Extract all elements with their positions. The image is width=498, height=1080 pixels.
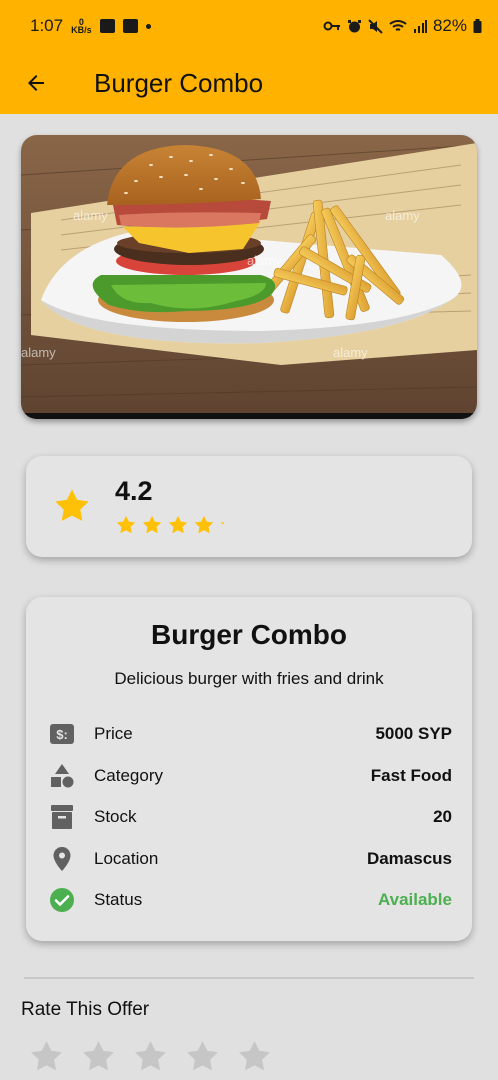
page-title: Burger Combo xyxy=(94,67,264,98)
product-image: alamy alamy alamy alamy alamy xyxy=(21,135,477,419)
product-description: Delicious burger with fries and drink xyxy=(114,669,384,688)
detail-label: Price xyxy=(94,724,133,743)
rating-star-icon xyxy=(194,515,214,534)
detail-label: Status xyxy=(94,890,143,909)
gallery-notification-icon xyxy=(99,19,115,33)
rate-section-title: Rate This Offer xyxy=(21,999,150,1020)
wifi-icon xyxy=(389,20,407,31)
rating-star-icon xyxy=(142,515,162,534)
watermark: alamy xyxy=(247,253,282,268)
burger-combo-photo: alamy alamy alamy alamy alamy xyxy=(21,135,477,419)
network-speed: 0 KB/s xyxy=(71,17,92,35)
detail-value: Damascus xyxy=(366,849,452,868)
rating-star-icon xyxy=(116,515,136,534)
check-circle-icon xyxy=(48,886,76,914)
app-notification-icon xyxy=(122,19,138,33)
detail-label: Category xyxy=(94,766,163,785)
back-button[interactable] xyxy=(16,63,56,103)
divider xyxy=(24,977,474,979)
detail-value: 5000 SYP xyxy=(375,724,452,743)
key-icon xyxy=(323,21,340,31)
more-notifications-icon xyxy=(145,23,151,29)
money-icon: $: xyxy=(48,720,76,748)
rate-star-2-icon[interactable] xyxy=(80,1038,117,1075)
rate-star-3-icon[interactable] xyxy=(132,1038,169,1075)
detail-row-location: Location Damascus xyxy=(48,844,452,874)
detail-row-status: Status Available xyxy=(48,885,452,915)
alarm-icon xyxy=(347,19,361,32)
status-bar: 1:07 0 KB/s 82% xyxy=(0,0,498,52)
app-bar: Burger Combo xyxy=(0,52,498,114)
rate-stars xyxy=(28,1038,273,1075)
watermark: alamy xyxy=(21,345,56,360)
battery-icon xyxy=(473,19,482,33)
product-name: Burger Combo xyxy=(151,619,347,650)
rating-star-icon xyxy=(220,522,224,525)
clock: 1:07 xyxy=(30,16,64,35)
location-pin-icon xyxy=(48,845,76,873)
detail-row-category: Category Fast Food xyxy=(48,761,452,791)
detail-value: 20 xyxy=(433,807,452,826)
detail-row-price: $: Price 5000 SYP xyxy=(48,719,452,749)
product-info-card: Burger Combo Delicious burger with fries… xyxy=(26,597,472,941)
detail-label: Location xyxy=(94,849,159,868)
watermark: alamy xyxy=(333,345,368,360)
watermark: alamy xyxy=(73,208,108,223)
detail-value: Fast Food xyxy=(370,766,452,785)
rate-star-5-icon[interactable] xyxy=(236,1038,273,1075)
inventory-box-icon xyxy=(48,803,76,831)
category-icon xyxy=(48,762,76,790)
detail-label: Stock xyxy=(94,807,137,826)
detail-row-stock: Stock 20 xyxy=(48,802,452,832)
mute-icon xyxy=(368,18,383,34)
rating-star-icon xyxy=(168,515,188,534)
watermark: alamy xyxy=(385,208,420,223)
battery-percent: 82% xyxy=(432,16,467,35)
svg-text:$:: $: xyxy=(56,727,68,742)
signal-icon xyxy=(413,20,427,33)
rating-value: 4.2 xyxy=(115,476,153,506)
status-value: Available xyxy=(377,890,452,909)
rate-star-4-icon[interactable] xyxy=(184,1038,221,1075)
rate-star-1-icon[interactable] xyxy=(28,1038,65,1075)
arrow-left-icon xyxy=(28,75,44,91)
rating-stars xyxy=(115,514,241,536)
star-icon xyxy=(55,489,89,522)
rating-card: 4.2 xyxy=(26,456,472,557)
